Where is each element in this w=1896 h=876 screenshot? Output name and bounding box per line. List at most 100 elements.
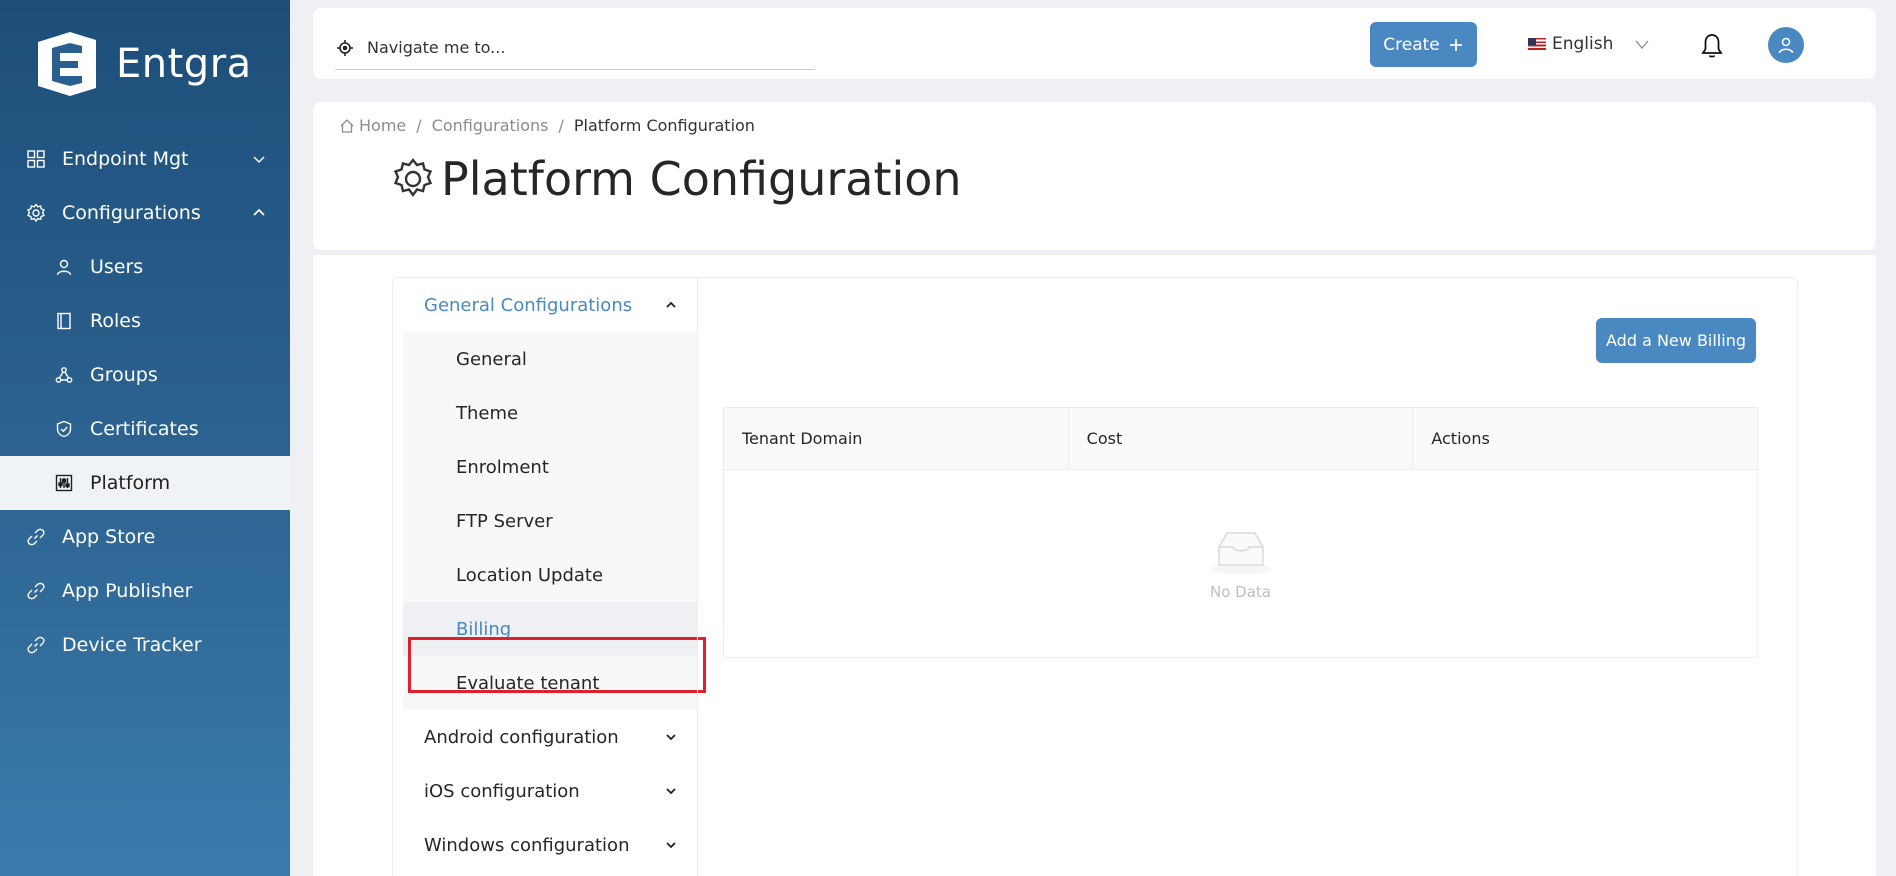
- brand-name: Entgra: [116, 41, 252, 87]
- table-header: Tenant Domain Cost Actions: [724, 408, 1757, 470]
- sidebar: Entgra Endpoint Mgt Configurations Users: [0, 0, 290, 876]
- top-header: Create English: [313, 8, 1876, 79]
- sidebar-item-users[interactable]: Users: [0, 240, 290, 294]
- breadcrumb-separator: /: [558, 116, 564, 135]
- sidebar-item-label: App Publisher: [62, 580, 193, 602]
- menu-group-label: General Configurations: [424, 294, 633, 316]
- user-avatar[interactable]: [1768, 27, 1804, 63]
- chevron-down-icon: [666, 734, 676, 741]
- column-actions: Actions: [1431, 429, 1490, 448]
- menu-item-label: FTP Server: [456, 510, 553, 532]
- groups-icon: [54, 365, 74, 385]
- create-button-label: Create: [1383, 34, 1440, 55]
- sidebar-item-endpoint-mgt[interactable]: Endpoint Mgt: [0, 132, 290, 186]
- menu-item-billing[interactable]: Billing: [403, 602, 697, 656]
- menu-item-evaluate-tenant[interactable]: Evaluate tenant: [403, 656, 697, 710]
- chevron-up-icon: [666, 301, 676, 308]
- gear-icon: [26, 203, 46, 223]
- sidebar-item-groups[interactable]: Groups: [0, 348, 290, 402]
- link-icon: [26, 527, 46, 547]
- sidebar-item-roles[interactable]: Roles: [0, 294, 290, 348]
- create-button[interactable]: Create: [1370, 22, 1477, 67]
- page-title: Platform Configuration: [391, 152, 962, 206]
- language-selector[interactable]: English: [1528, 34, 1651, 54]
- empty-state: No Data: [724, 470, 1757, 658]
- link-icon: [26, 635, 46, 655]
- search-input[interactable]: [367, 38, 767, 57]
- locate-icon: [337, 39, 353, 56]
- sidebar-nav: Endpoint Mgt Configurations Users Roles: [0, 132, 290, 672]
- sidebar-item-platform[interactable]: Platform: [0, 456, 290, 510]
- column-tenant-domain: Tenant Domain: [724, 408, 1069, 469]
- chevron-down-icon: [1635, 40, 1649, 50]
- menu-group-general-configurations[interactable]: General Configurations: [403, 278, 697, 332]
- menu-item-label: General: [456, 348, 527, 370]
- breadcrumb-configurations[interactable]: Configurations: [432, 116, 549, 135]
- page-header-card: Home / Configurations / Platform Configu…: [313, 102, 1876, 250]
- navigate-search[interactable]: [335, 26, 815, 70]
- sidebar-item-app-store[interactable]: App Store: [0, 510, 290, 564]
- sidebar-item-label: Endpoint Mgt: [62, 148, 189, 170]
- content-area: General Configurations General Theme Enr…: [313, 255, 1876, 876]
- add-new-billing-button[interactable]: Add a New Billing: [1596, 318, 1756, 363]
- plus-icon: [1449, 38, 1462, 51]
- menu-item-ftp-server[interactable]: FTP Server: [403, 494, 697, 548]
- menu-item-general[interactable]: General: [403, 332, 697, 386]
- general-configurations-submenu: General Theme Enrolment FTP Server Locat…: [403, 332, 697, 710]
- menu-item-label: Enrolment: [456, 456, 549, 478]
- bell-icon[interactable]: [1699, 32, 1725, 60]
- sidebar-item-certificates[interactable]: Certificates: [0, 402, 290, 456]
- config-panel: General Configurations General Theme Enr…: [392, 277, 1798, 876]
- grid-icon: [26, 149, 46, 169]
- book-icon: [54, 311, 74, 331]
- empty-inbox-icon: [1210, 532, 1271, 574]
- user-icon: [1778, 37, 1794, 54]
- breadcrumb-separator: /: [416, 116, 422, 135]
- menu-item-label: Location Update: [456, 564, 604, 586]
- language-label: English: [1552, 34, 1614, 54]
- menu-group-ios-configuration[interactable]: iOS configuration: [403, 764, 697, 818]
- us-flag-icon: [1528, 38, 1546, 50]
- breadcrumb-home[interactable]: Home: [359, 116, 406, 135]
- menu-item-label: Billing: [456, 618, 512, 640]
- menu-item-theme[interactable]: Theme: [403, 386, 697, 440]
- entgra-logo-icon: [38, 32, 96, 96]
- menu-group-windows-configuration[interactable]: Windows configuration: [403, 818, 697, 872]
- chevron-down-icon: [253, 156, 265, 164]
- sidebar-item-label: Device Tracker: [62, 634, 202, 656]
- brand-logo[interactable]: Entgra: [30, 28, 252, 100]
- sidebar-item-device-tracker[interactable]: Device Tracker: [0, 618, 290, 672]
- home-icon: [340, 118, 354, 133]
- menu-group-label: Windows configuration: [424, 834, 630, 856]
- menu-item-enrolment[interactable]: Enrolment: [403, 440, 697, 494]
- menu-group-label: Android configuration: [424, 726, 619, 748]
- link-icon: [26, 581, 46, 601]
- menu-item-label: Evaluate tenant: [456, 672, 600, 694]
- column-cost: Cost: [1069, 408, 1414, 469]
- chevron-up-icon: [253, 208, 265, 216]
- menu-item-label: Theme: [456, 402, 519, 424]
- menu-group-android-configuration[interactable]: Android configuration: [403, 710, 697, 764]
- chevron-down-icon: [666, 842, 676, 849]
- menu-divider: [697, 278, 698, 876]
- gear-icon: [393, 158, 433, 198]
- sidebar-item-label: Users: [90, 256, 144, 278]
- sidebar-item-configurations[interactable]: Configurations: [0, 186, 290, 240]
- chevron-down-icon: [666, 788, 676, 795]
- sidebar-item-label: App Store: [62, 526, 156, 548]
- sidebar-item-label: Groups: [90, 364, 158, 386]
- empty-state-text: No Data: [1210, 583, 1271, 601]
- billing-table: Tenant Domain Cost Actions No Data: [723, 407, 1758, 658]
- sliders-icon: [54, 473, 74, 493]
- sidebar-item-label: Roles: [90, 310, 141, 332]
- breadcrumb-current: Platform Configuration: [573, 116, 755, 135]
- sidebar-item-label: Certificates: [90, 418, 199, 440]
- user-icon: [54, 257, 74, 277]
- menu-item-location-update[interactable]: Location Update: [403, 548, 697, 602]
- breadcrumb: Home / Configurations / Platform Configu…: [339, 116, 755, 135]
- sidebar-item-label: Platform: [90, 472, 171, 494]
- shield-icon: [54, 419, 74, 439]
- sidebar-item-label: Configurations: [62, 202, 201, 224]
- config-menu: General Configurations General Theme Enr…: [403, 278, 706, 872]
- sidebar-item-app-publisher[interactable]: App Publisher: [0, 564, 290, 618]
